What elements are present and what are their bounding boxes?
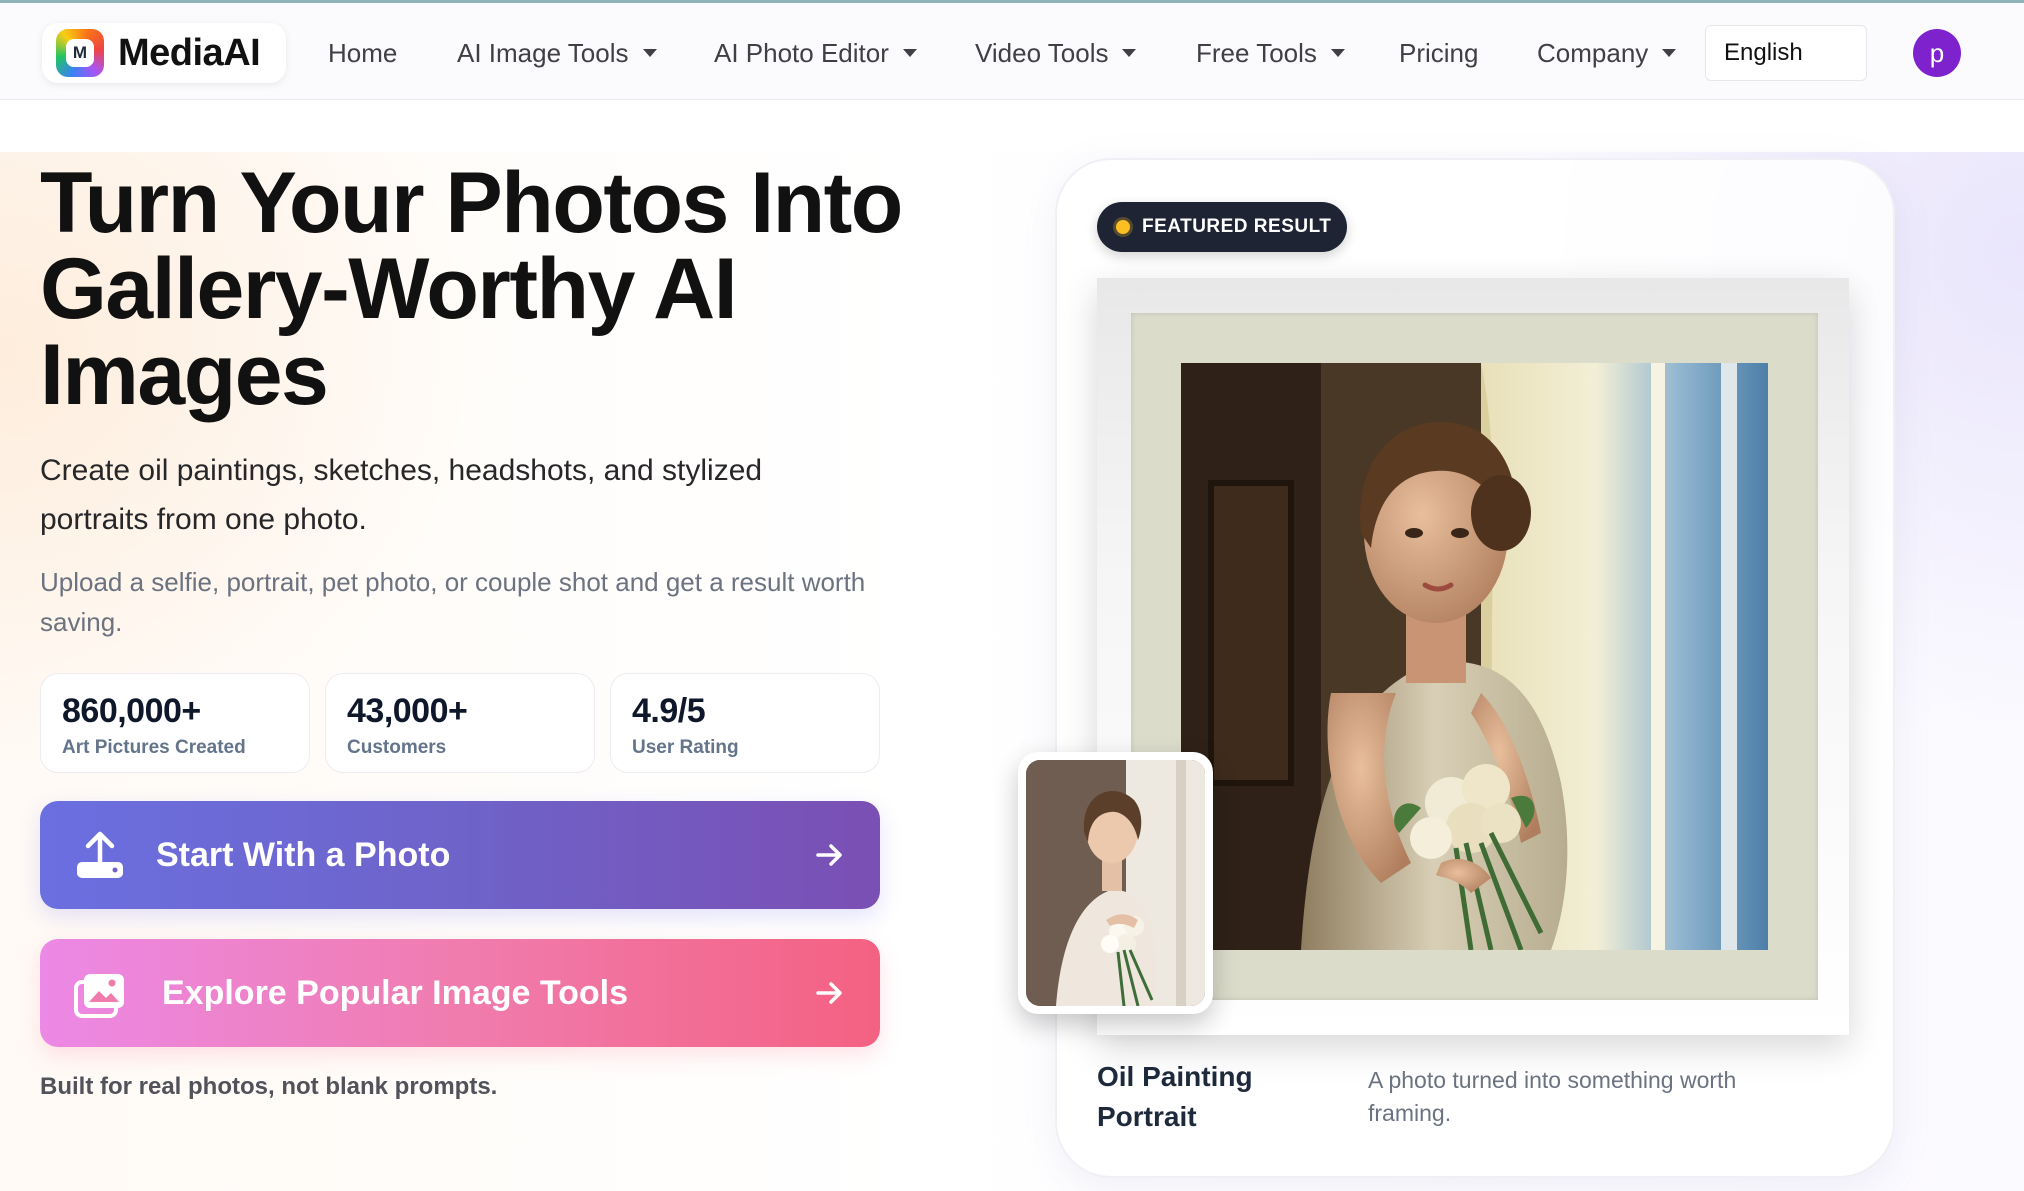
language-selector[interactable]: English (1705, 25, 1867, 81)
stat-label: Art Pictures Created (62, 737, 246, 758)
gallery-icon (74, 974, 124, 1018)
original-photo-illustration (1026, 760, 1205, 1006)
explore-image-tools-label: Explore Popular Image Tools (162, 973, 629, 1012)
nav-item-home[interactable]: Home (328, 35, 397, 71)
nav-item-ai-photo-editor[interactable]: AI Photo Editor (714, 35, 917, 71)
logo-mark-icon: M (56, 29, 104, 77)
stat-card-user-rating: 4.9/5 User Rating (610, 673, 880, 773)
stat-label: User Rating (632, 737, 739, 758)
nav-item-company[interactable]: Company (1537, 35, 1677, 71)
featured-result-badge: FEATURED RESULT (1097, 202, 1347, 252)
original-photo-image (1026, 760, 1205, 1006)
nav-item-pricing[interactable]: Pricing (1399, 35, 1478, 71)
chevron-down-icon (1122, 49, 1137, 57)
featured-caption-text: A photo turned into something worth fram… (1368, 1067, 1737, 1126)
explore-image-tools-button[interactable]: Explore Popular Image Tools (40, 939, 880, 1047)
stat-label: Customers (347, 737, 447, 758)
arrow-right-icon (816, 982, 842, 1004)
stat-value: 43,000+ (347, 692, 468, 730)
hero-tagline: Built for real photos, not blank prompts… (40, 1073, 498, 1100)
chevron-down-icon (1330, 49, 1345, 57)
stat-card-art-pictures: 860,000+ Art Pictures Created (40, 673, 310, 773)
oil-painting-image (1181, 363, 1768, 950)
status-dot-icon (1116, 220, 1130, 234)
chevron-down-icon (642, 49, 657, 57)
brand-name: MediaAI (118, 31, 261, 74)
start-with-photo-label: Start With a Photo (156, 835, 451, 874)
stat-value: 860,000+ (62, 692, 201, 730)
oil-painting-illustration (1181, 363, 1768, 950)
chevron-down-icon (902, 49, 917, 57)
hero-title: Turn Your Photos Into Gallery-Worthy AI … (40, 155, 903, 423)
original-photo-thumbnail (1018, 752, 1213, 1014)
brand-logo[interactable]: M MediaAI (42, 23, 286, 83)
user-avatar[interactable]: p (1913, 29, 1961, 77)
upload-icon (77, 831, 123, 878)
hero-subtitle: Create oil paintings, sketches, headshot… (40, 454, 763, 536)
top-navigation: M MediaAI Home AI Image Tools AI Photo E… (0, 0, 2024, 100)
start-with-photo-button[interactable]: Start With a Photo (40, 801, 880, 909)
stat-value: 4.9/5 (632, 692, 706, 730)
chevron-down-icon (1662, 49, 1677, 57)
stat-card-customers: 43,000+ Customers (325, 673, 595, 773)
nav-item-free-tools[interactable]: Free Tools (1196, 35, 1345, 71)
featured-caption-title: Oil Painting Portrait (1097, 1061, 1253, 1132)
nav-item-video-tools[interactable]: Video Tools (975, 35, 1137, 71)
arrow-right-icon (816, 844, 842, 866)
nav-item-ai-image-tools[interactable]: AI Image Tools (457, 35, 657, 71)
hero-description: Upload a selfie, portrait, pet photo, or… (40, 567, 866, 637)
